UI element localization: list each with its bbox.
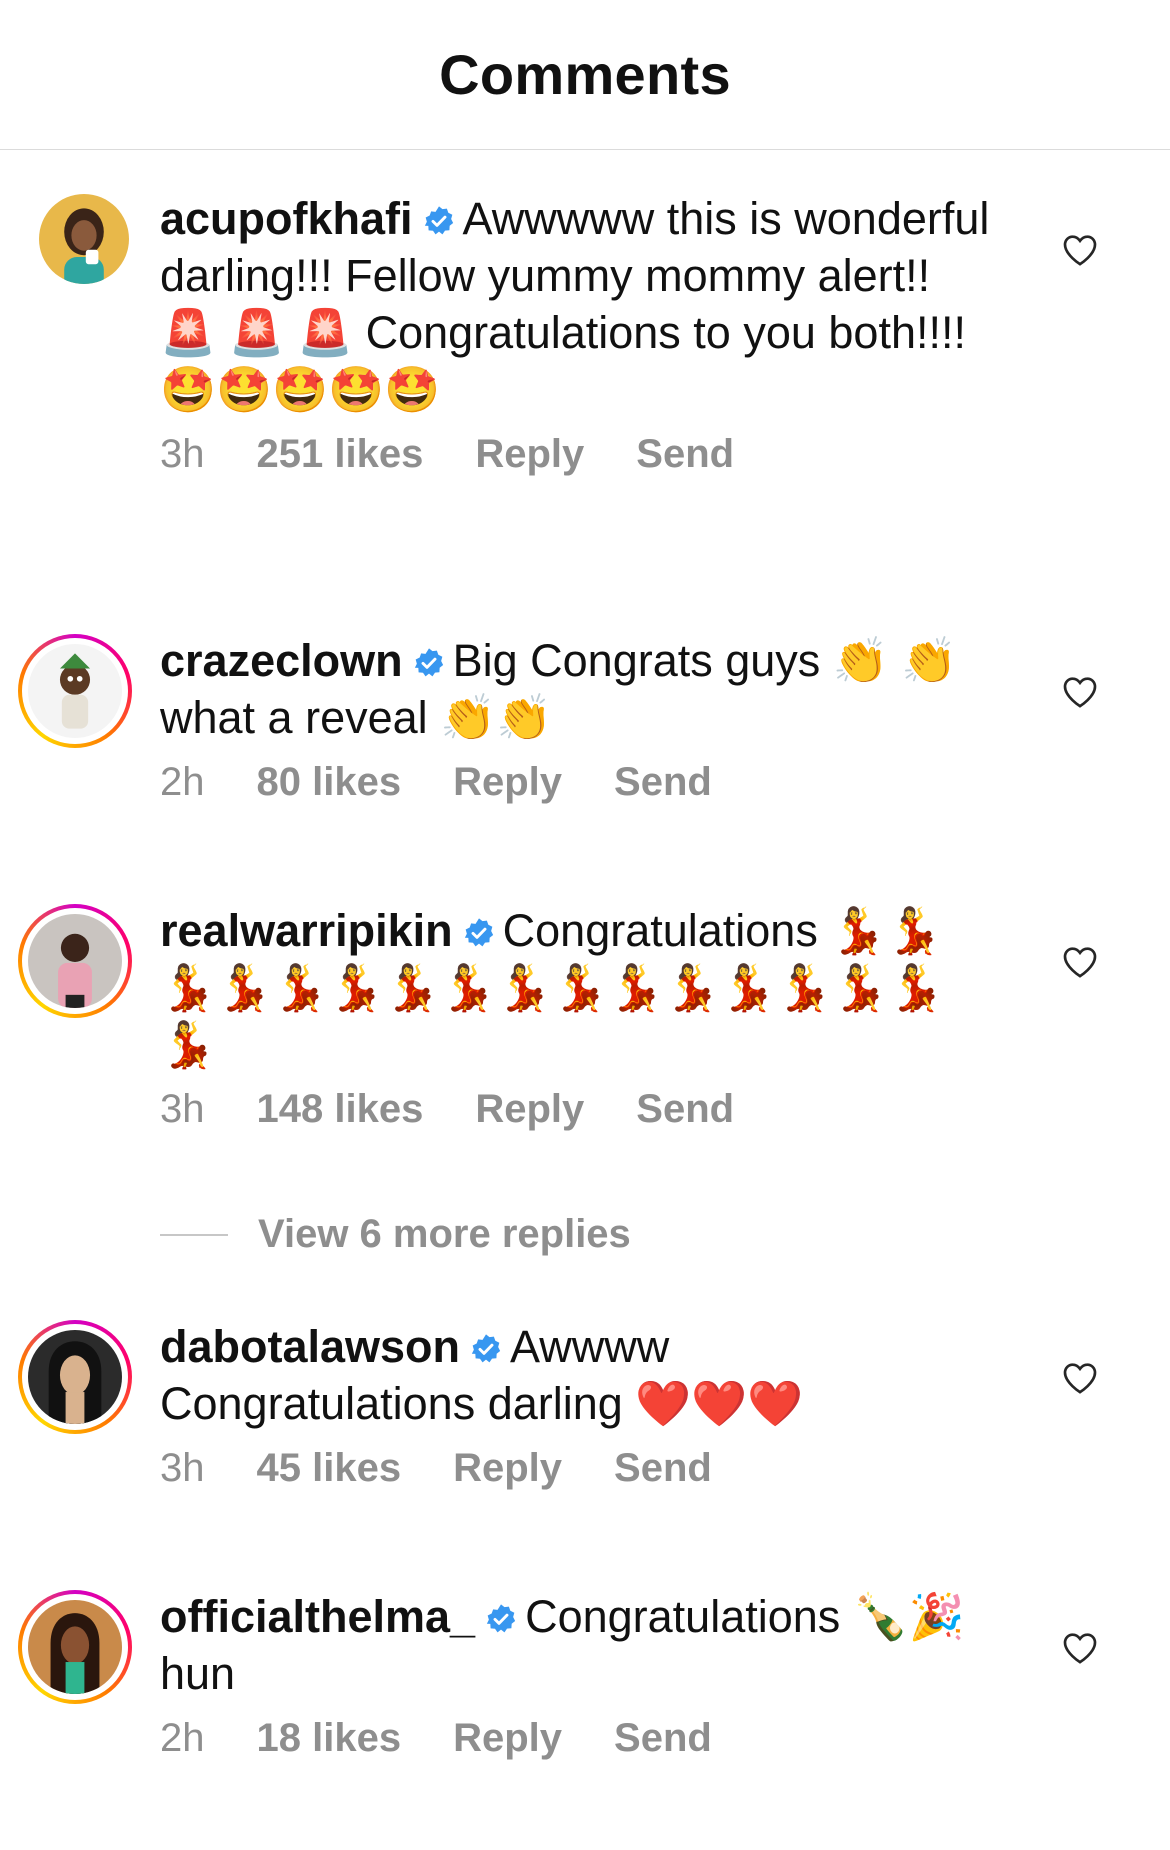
verified-badge-icon <box>424 206 453 235</box>
comment-time: 3h <box>160 1087 205 1131</box>
avatar[interactable] <box>18 1590 132 1704</box>
heart-outline-icon[interactable] <box>1060 672 1100 712</box>
comment-meta: 3h 148 likes Reply Send <box>160 1087 990 1132</box>
comment-username[interactable]: crazeclown <box>160 635 403 686</box>
heart-outline-icon[interactable] <box>1060 1628 1100 1668</box>
likes-count[interactable]: 80 likes <box>257 760 402 805</box>
likes-count[interactable]: 251 likes <box>257 432 424 477</box>
comment-username[interactable]: acupofkhafi <box>160 193 413 244</box>
reply-button[interactable]: Reply <box>475 1087 584 1132</box>
comment-meta: 3h 251 likes Reply Send <box>160 432 990 477</box>
avatar[interactable] <box>18 904 132 1018</box>
send-button[interactable]: Send <box>636 432 734 477</box>
heart-outline-icon[interactable] <box>1060 230 1100 270</box>
view-more-replies-label: View 6 more replies <box>258 1212 631 1256</box>
comment-text-block: dabotalawson Awwww Congratulations darlin… <box>160 1318 990 1432</box>
reply-button[interactable]: Reply <box>453 1446 562 1491</box>
comments-header: Comments <box>0 0 1170 150</box>
send-button[interactable]: Send <box>636 1087 734 1132</box>
comment-meta: 2h 18 likes Reply Send <box>160 1716 990 1761</box>
comment-time: 3h <box>160 432 205 476</box>
likes-count[interactable]: 148 likes <box>257 1087 424 1132</box>
comment-time: 2h <box>160 760 205 804</box>
likes-count[interactable]: 18 likes <box>257 1716 402 1761</box>
comment-text-block: realwarripikin Congratulations 💃💃💃💃💃💃💃💃💃💃… <box>160 902 990 1073</box>
verified-badge-icon <box>471 1334 501 1363</box>
verified-badge-icon <box>414 648 443 677</box>
avatar[interactable] <box>39 194 129 284</box>
verified-badge-icon <box>486 1604 516 1633</box>
send-button[interactable]: Send <box>614 1446 712 1491</box>
reply-button[interactable]: Reply <box>475 432 584 477</box>
comment-time: 2h <box>160 1716 205 1760</box>
send-button[interactable]: Send <box>614 760 712 805</box>
comment-username[interactable]: dabotalawson <box>160 1321 460 1372</box>
comment-username[interactable]: realwarripikin <box>160 905 453 956</box>
comment-text-block: officialthelma_ Congratulations 🍾🎉 hun <box>160 1588 990 1702</box>
send-button[interactable]: Send <box>614 1716 712 1761</box>
comment-text-block: acupofkhafi Awwwww this is wonderful darl… <box>160 190 990 418</box>
comment-time: 3h <box>160 1446 205 1490</box>
comment-username[interactable]: officialthelma_ <box>160 1591 475 1642</box>
verified-badge-icon <box>464 918 493 947</box>
view-more-replies-button[interactable]: View 6 more replies <box>160 1212 631 1257</box>
heart-outline-icon[interactable] <box>1060 1358 1100 1398</box>
page-title: Comments <box>439 43 731 106</box>
comment-meta: 3h 45 likes Reply Send <box>160 1446 990 1491</box>
comment-meta: 2h 80 likes Reply Send <box>160 760 990 805</box>
avatar[interactable] <box>18 634 132 748</box>
comment-text-block: crazeclown Big Congrats guys 👏 👏 what a r… <box>160 632 990 746</box>
heart-outline-icon[interactable] <box>1060 942 1100 982</box>
avatar[interactable] <box>18 1320 132 1434</box>
reply-button[interactable]: Reply <box>453 760 562 805</box>
divider-line <box>160 1233 228 1236</box>
likes-count[interactable]: 45 likes <box>257 1446 402 1491</box>
reply-button[interactable]: Reply <box>453 1716 562 1761</box>
